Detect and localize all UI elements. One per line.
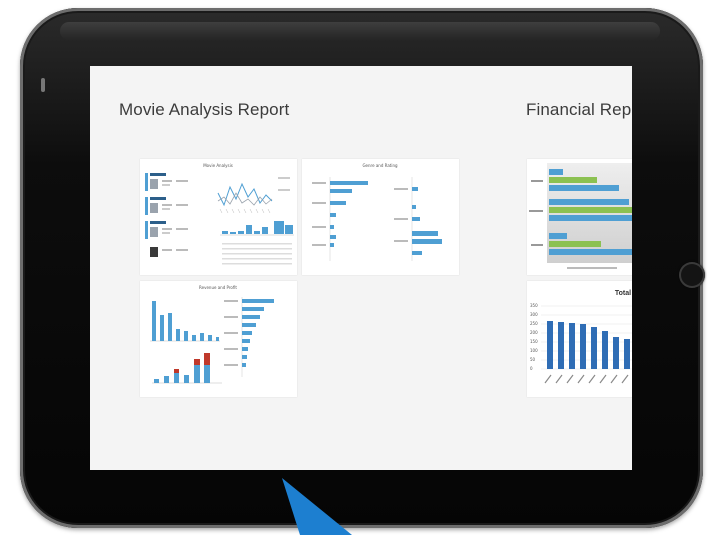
pointer-arrow-icon bbox=[282, 478, 352, 535]
